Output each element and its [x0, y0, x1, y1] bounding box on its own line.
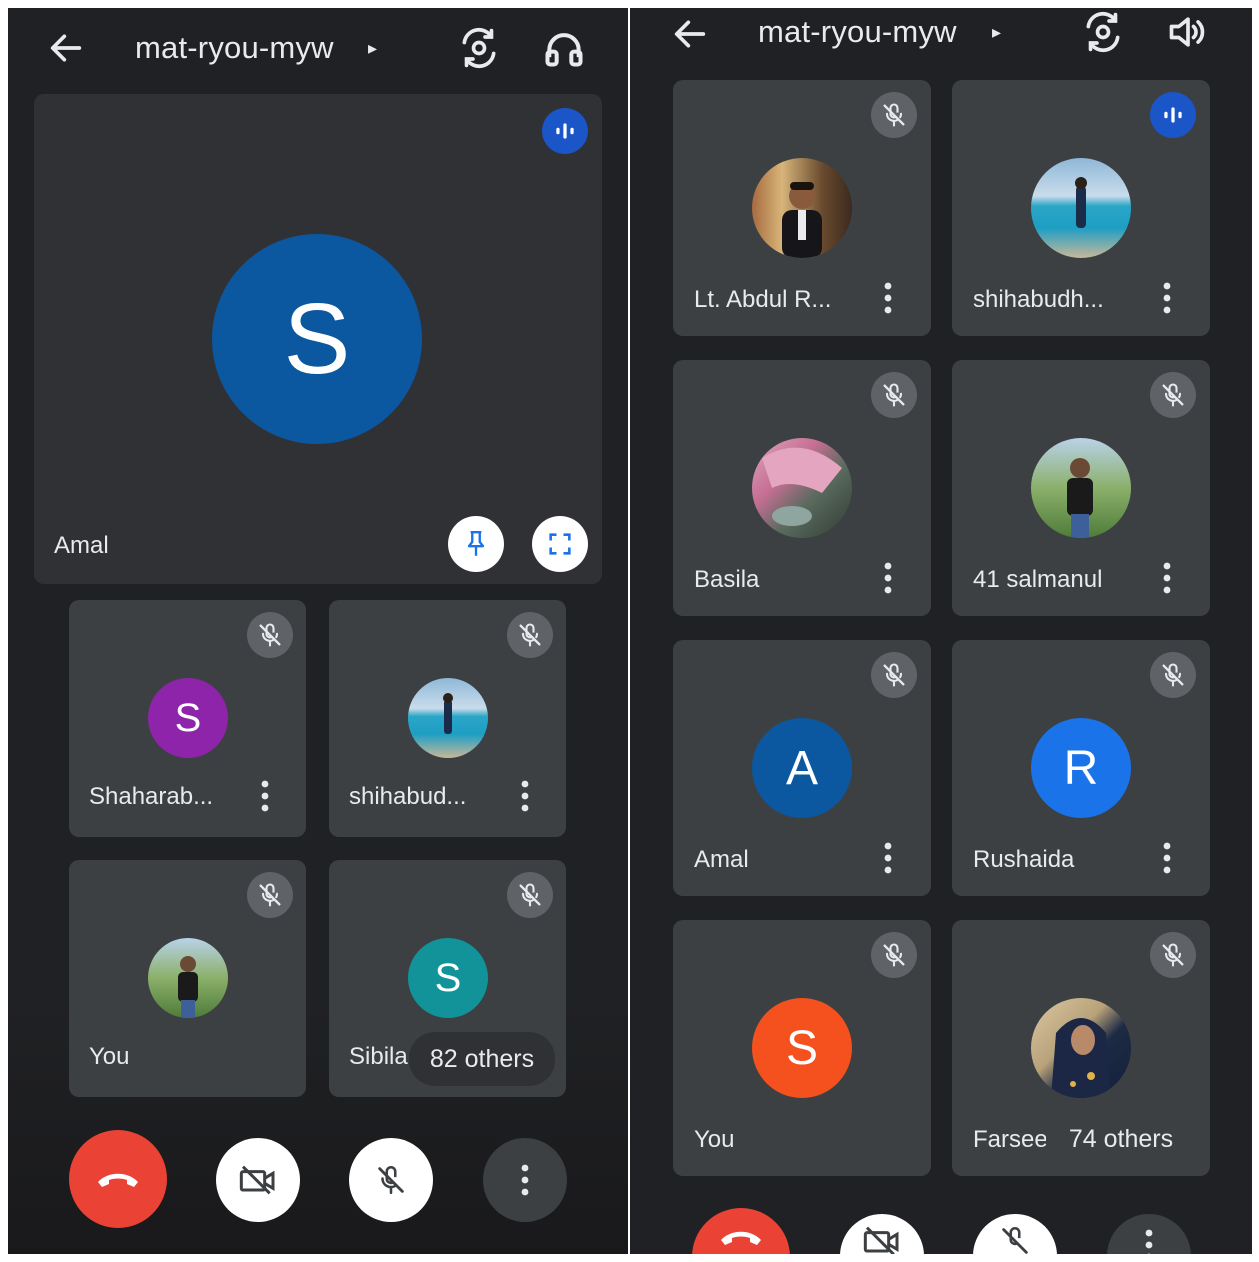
participant-tile[interactable]: You [69, 860, 306, 1097]
participant-tile[interactable]: S Shaharab... [69, 600, 306, 837]
avatar: R [1031, 718, 1131, 818]
more-vert-icon[interactable] [878, 558, 898, 598]
switch-camera-icon[interactable] [1081, 10, 1125, 54]
more-vert-icon[interactable] [255, 776, 275, 816]
more-vert-icon[interactable] [1157, 278, 1177, 318]
headphones-icon[interactable] [542, 26, 586, 70]
participant-tile[interactable]: shihabud... [329, 600, 566, 837]
chevron-right-icon[interactable]: ▸ [368, 38, 377, 59]
speaking-indicator-icon [542, 108, 588, 154]
camera-off-icon [863, 1226, 899, 1254]
others-count-pill[interactable]: 74 others [1046, 1112, 1196, 1166]
mic-off-icon [1150, 652, 1196, 698]
mic-off-icon [1150, 372, 1196, 418]
participant-tile[interactable]: R Rushaida [952, 640, 1210, 896]
mic-off-icon [871, 372, 917, 418]
fullscreen-button[interactable] [532, 516, 588, 572]
participant-tile[interactable]: 41 salmanul [952, 360, 1210, 616]
avatar: S [752, 998, 852, 1098]
more-options-button[interactable] [483, 1138, 567, 1222]
phone-hangup-icon [98, 1173, 138, 1187]
mic-off-icon [378, 1165, 404, 1195]
back-arrow-icon[interactable] [670, 14, 710, 54]
mic-off-icon [871, 92, 917, 138]
left-call-screen: mat-ryou-myw ▸ S Amal S Shaharab... shih… [8, 8, 628, 1254]
participant-name: You [694, 1126, 735, 1153]
chevron-right-icon[interactable]: ▸ [992, 22, 1001, 43]
end-call-button[interactable] [692, 1208, 790, 1254]
fullscreen-icon [549, 533, 571, 555]
participant-tile[interactable]: shihabudh... [952, 80, 1210, 336]
participant-name: Rushaida [973, 846, 1075, 873]
mic-off-icon [247, 612, 293, 658]
participant-tile[interactable]: S You [673, 920, 931, 1176]
mic-off-button[interactable] [973, 1214, 1057, 1254]
more-vert-icon[interactable] [1157, 838, 1177, 878]
pool-photo-avatar [1031, 158, 1131, 258]
others-count-pill[interactable]: 82 others [409, 1032, 555, 1086]
more-vert-icon[interactable] [515, 776, 535, 816]
participant-tile[interactable]: Lt. Abdul R... [673, 80, 931, 336]
person-outdoor-photo-avatar [1031, 438, 1131, 538]
meeting-code[interactable]: mat-ryou-myw [758, 14, 957, 50]
main-participant-tile[interactable]: S Amal [34, 94, 602, 584]
participant-name: shihabudh... [973, 286, 1104, 313]
person-outdoor-photo-avatar [148, 938, 228, 1018]
participant-name: 41 salmanul [973, 566, 1103, 593]
office-photo-avatar [752, 158, 852, 258]
participant-name: Shaharab... [89, 783, 214, 810]
pink-scarf-photo-avatar [752, 438, 852, 538]
participant-tile[interactable]: S Sibila 82 others [329, 860, 566, 1097]
participant-name: shihabud... [349, 783, 467, 810]
speaking-indicator-icon [1150, 92, 1196, 138]
camera-off-icon [239, 1165, 275, 1195]
participant-name: Sibila [349, 1043, 408, 1070]
avatar: S [408, 938, 488, 1018]
participant-name: Amal [694, 846, 749, 873]
woman-scarf-photo-avatar [1031, 998, 1131, 1098]
participant-name: Lt. Abdul R... [694, 286, 832, 313]
mic-off-icon [871, 932, 917, 978]
camera-off-button[interactable] [216, 1138, 300, 1222]
top-bar: mat-ryou-myw ▸ [8, 16, 628, 80]
mic-off-icon [1150, 932, 1196, 978]
mic-off-icon [871, 652, 917, 698]
participant-tile[interactable]: Basila [673, 360, 931, 616]
mic-off-icon [1002, 1226, 1028, 1254]
avatar: A [752, 718, 852, 818]
more-vert-icon [515, 1160, 535, 1200]
avatar: S [212, 234, 422, 444]
participant-name: Basila [694, 566, 760, 593]
speaker-icon[interactable] [1166, 10, 1210, 54]
meeting-code[interactable]: mat-ryou-myw [135, 30, 334, 66]
back-arrow-icon[interactable] [46, 28, 86, 68]
camera-off-button[interactable] [840, 1214, 924, 1254]
switch-camera-icon[interactable] [457, 26, 501, 70]
participant-tile[interactable]: A Amal [673, 640, 931, 896]
more-vert-icon[interactable] [878, 838, 898, 878]
more-vert-icon [1139, 1225, 1159, 1254]
participant-tile[interactable]: Farseen 74 others [952, 920, 1210, 1176]
participant-name: Amal [54, 532, 109, 559]
pin-button[interactable] [448, 516, 504, 572]
end-call-button[interactable] [69, 1130, 167, 1228]
phone-hangup-icon [721, 1231, 761, 1245]
top-bar: mat-ryou-myw ▸ [630, 8, 1252, 64]
mic-off-icon [507, 612, 553, 658]
pin-icon [467, 531, 485, 556]
more-vert-icon[interactable] [1157, 558, 1177, 598]
mic-off-icon [247, 872, 293, 918]
pool-photo-avatar [408, 678, 488, 758]
right-call-screen: mat-ryou-myw ▸ Lt. Abdul R... shihabudh.… [630, 8, 1252, 1254]
avatar: S [148, 678, 228, 758]
mic-off-icon [507, 872, 553, 918]
more-options-button[interactable] [1107, 1214, 1191, 1254]
more-vert-icon[interactable] [878, 278, 898, 318]
participant-name: You [89, 1043, 130, 1070]
mic-off-button[interactable] [349, 1138, 433, 1222]
